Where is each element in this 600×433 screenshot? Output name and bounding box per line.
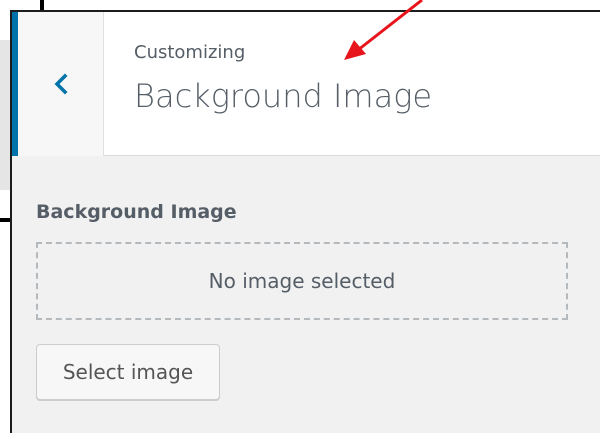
control-label: Background Image xyxy=(36,201,237,223)
background-sidebar-edge xyxy=(0,40,10,190)
image-placeholder[interactable]: No image selected xyxy=(36,242,568,320)
placeholder-text: No image selected xyxy=(208,269,396,293)
panel-header: Customizing Background Image xyxy=(12,12,600,156)
red-arrow-icon xyxy=(330,0,440,74)
customizer-panel: Customizing Background Image Background … xyxy=(10,10,600,433)
select-image-button[interactable]: Select image xyxy=(36,344,220,400)
chevron-left-icon xyxy=(53,72,69,96)
back-button[interactable] xyxy=(12,12,104,156)
section-title: Background Image xyxy=(134,77,433,115)
